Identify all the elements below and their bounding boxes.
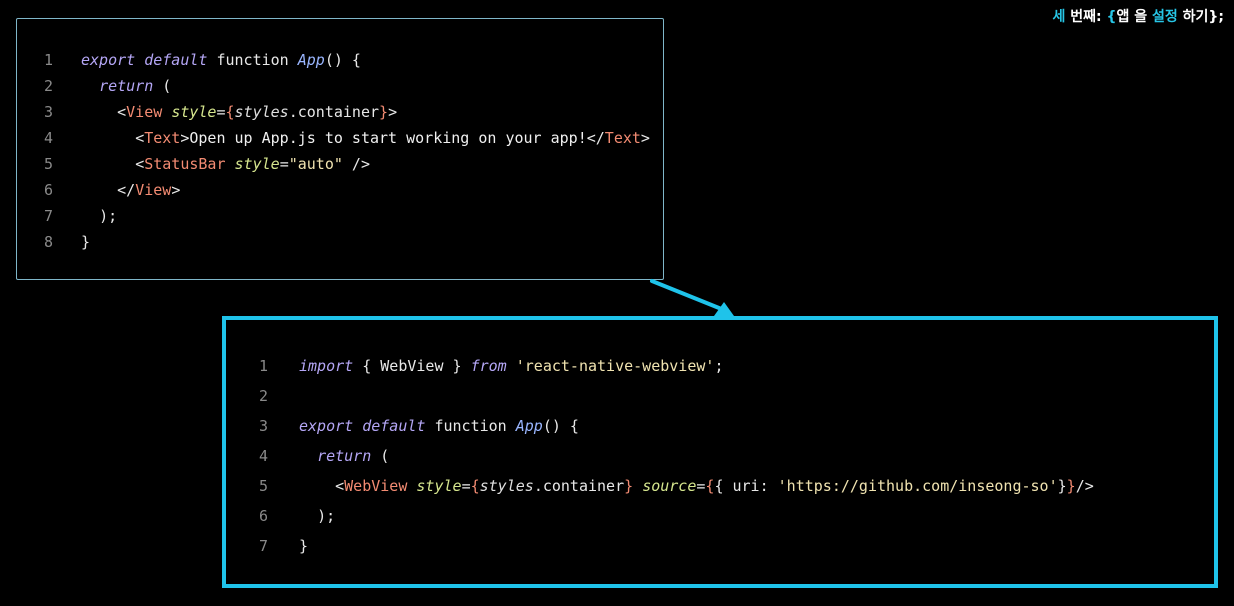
- line-number: 5: [258, 477, 268, 495]
- punctuation: =: [461, 477, 471, 495]
- punctuation: (: [371, 447, 390, 465]
- object-literal: { uri:: [714, 477, 778, 495]
- property: .container: [533, 477, 625, 495]
- jsx-bracket: />: [1075, 477, 1094, 495]
- punctuation: }: [1057, 477, 1067, 495]
- punctuation: }: [299, 537, 309, 555]
- code-line: 4 return (: [226, 441, 1094, 471]
- string-literal: 'https://github.com/inseong-so': [777, 477, 1058, 495]
- import-specifier: { WebView }: [353, 357, 471, 375]
- jsx-brace: }: [1066, 477, 1076, 495]
- code-panel-after: 1 import { WebView } from 'react-native-w…: [222, 316, 1218, 588]
- keyword: export default: [299, 417, 426, 435]
- jsx-brace: }: [624, 477, 634, 495]
- keyword: import: [299, 357, 354, 375]
- punctuation: );: [317, 507, 336, 525]
- line-number: 3: [258, 417, 268, 435]
- keyword: return: [317, 447, 372, 465]
- jsx-attribute: style: [416, 477, 462, 495]
- jsx-brace: {: [470, 477, 480, 495]
- code-line: 7}: [226, 531, 1094, 561]
- function-name: App: [515, 417, 543, 435]
- jsx-attribute: source: [642, 477, 697, 495]
- line-number: 2: [258, 387, 268, 405]
- jsx-bracket: <: [335, 477, 345, 495]
- code-line: 1 import { WebView } from 'react-native-w…: [226, 351, 1094, 381]
- string-literal: 'react-native-webview': [515, 357, 715, 375]
- keyword: function: [434, 417, 507, 435]
- keyword: from: [470, 357, 507, 375]
- line-number: 1: [258, 357, 268, 375]
- code-line: 6 );: [226, 501, 1094, 531]
- code-block-after: 1 import { WebView } from 'react-native-w…: [226, 351, 1094, 561]
- line-number: 4: [258, 447, 268, 465]
- punctuation: ;: [714, 357, 724, 375]
- code-line: 2: [226, 381, 1094, 411]
- jsx-tag: WebView: [344, 477, 408, 495]
- code-line: 3 export default function App() {: [226, 411, 1094, 441]
- code-line: 5 <WebView style={styles.container} sour…: [226, 471, 1094, 501]
- punctuation: () {: [542, 417, 579, 435]
- line-number: 7: [258, 537, 268, 555]
- line-number: 6: [258, 507, 268, 525]
- identifier: styles: [479, 477, 534, 495]
